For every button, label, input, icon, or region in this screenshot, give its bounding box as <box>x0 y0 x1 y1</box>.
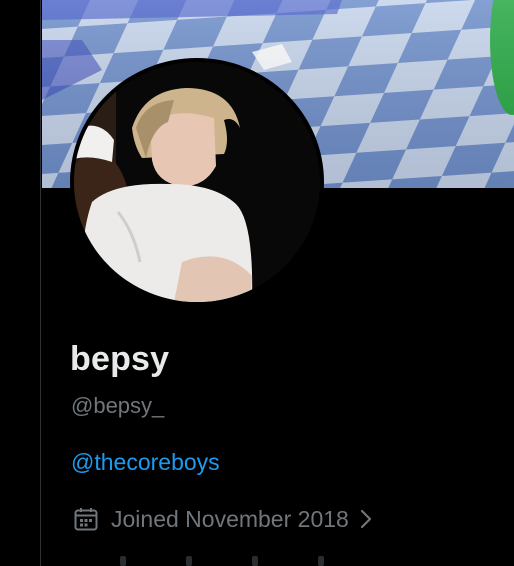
profile-handle: @bepsy_ <box>71 393 165 418</box>
avatar-photo <box>74 62 320 302</box>
chevron-right-icon <box>357 507 375 531</box>
left-rail <box>0 0 41 566</box>
calendar-icon <box>73 506 99 532</box>
joined-date-text: Joined November 2018 <box>111 505 349 532</box>
profile-display-name: bepsy <box>70 340 170 378</box>
joined-date-row[interactable]: Joined November 2018 <box>73 504 375 534</box>
bio-mention-link[interactable]: @thecoreboys <box>71 449 220 476</box>
avatar[interactable] <box>70 58 324 306</box>
follow-counts-partial <box>120 556 440 566</box>
profile-page: bepsy @bepsy_ @thecoreboys Joined Novemb… <box>0 0 514 566</box>
